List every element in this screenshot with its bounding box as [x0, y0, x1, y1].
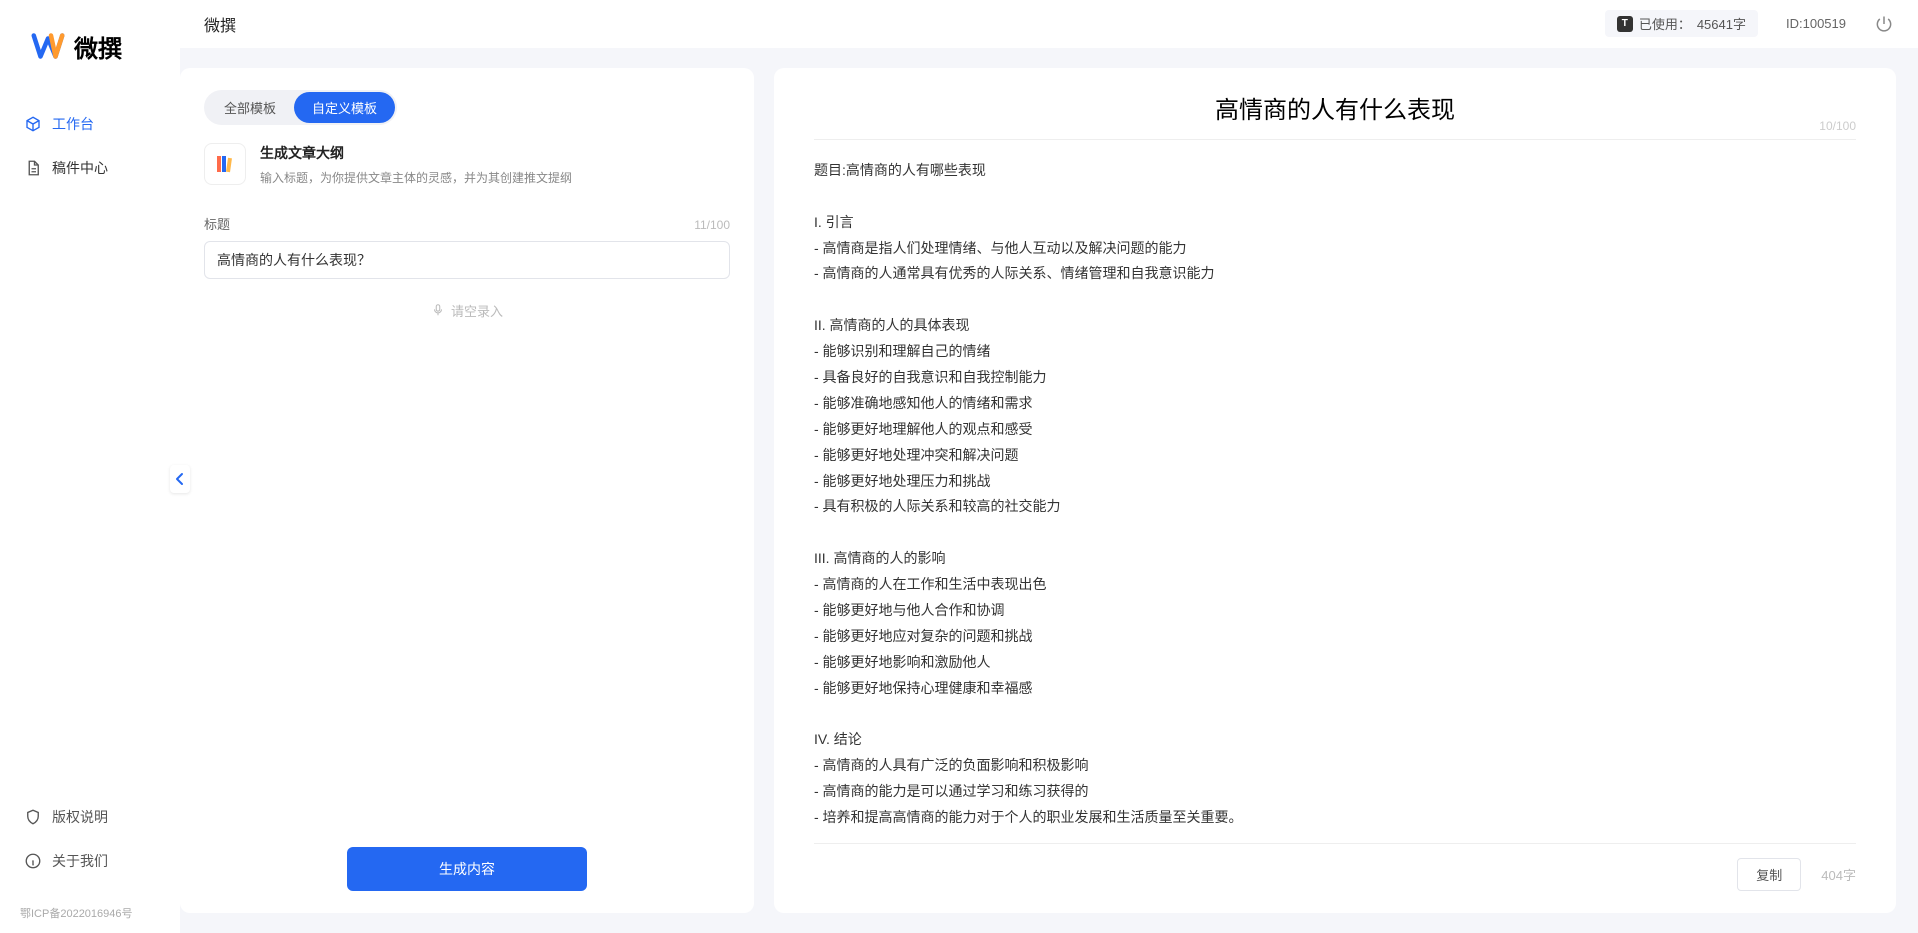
- voice-input-hint[interactable]: 请空录入: [204, 301, 730, 320]
- nav-copyright[interactable]: 版权说明: [12, 797, 168, 837]
- shield-icon: [24, 808, 42, 826]
- generate-button[interactable]: 生成内容: [347, 847, 587, 891]
- document-icon: [24, 159, 42, 177]
- topbar-right: T 已使用： 45641字 ID:100519: [1605, 10, 1894, 37]
- id-display: ID:100519: [1786, 16, 1846, 31]
- result-header: 高情商的人有什么表现 10/100: [814, 90, 1856, 140]
- nav-drafts-label: 稿件中心: [52, 158, 108, 178]
- collapse-handle[interactable]: [170, 465, 190, 493]
- template-card: 生成文章大纲 输入标题，为你提供文章主体的灵感，并为其创建推文提纲: [204, 143, 730, 186]
- result-title: 高情商的人有什么表现: [814, 90, 1856, 125]
- nav-workspace-label: 工作台: [52, 114, 94, 134]
- mic-icon: [431, 303, 445, 317]
- info-icon: [24, 852, 42, 870]
- field-counter: 11/100: [694, 218, 730, 232]
- result-footer: 复制 404字: [814, 843, 1856, 891]
- template-title: 生成文章大纲: [260, 143, 730, 163]
- tab-all[interactable]: 全部模板: [206, 92, 294, 123]
- field-label: 标题: [204, 214, 230, 233]
- books-icon: [204, 143, 246, 185]
- logo-icon: [30, 28, 66, 64]
- result-panel: 高情商的人有什么表现 10/100 题目:高情商的人有哪些表现 I. 引言 - …: [774, 68, 1896, 913]
- template-panel: 全部模板 自定义模板 生成文章大纲 输入标题，为你提供文章主体的灵感，并为其创建…: [180, 68, 754, 913]
- nav-about[interactable]: 关于我们: [12, 841, 168, 881]
- nav-workspace[interactable]: 工作台: [12, 104, 168, 144]
- template-desc: 输入标题，为你提供文章主体的灵感，并为其创建推文提纲: [260, 169, 730, 186]
- usage-value: 45641字: [1697, 14, 1746, 33]
- logo: 微撰: [0, 0, 180, 104]
- sidebar-bottom: 版权说明 关于我们: [0, 785, 180, 897]
- result-body[interactable]: 题目:高情商的人有哪些表现 I. 引言 - 高情商是指人们处理情绪、与他人互动以…: [814, 152, 1856, 831]
- usage-label: 已使用：: [1639, 14, 1691, 33]
- text-icon: T: [1617, 16, 1633, 32]
- chevron-left-icon: [175, 472, 185, 486]
- tabs: 全部模板 自定义模板: [204, 90, 397, 125]
- nav: 工作台 稿件中心: [0, 104, 180, 785]
- content: 全部模板 自定义模板 生成文章大纲 输入标题，为你提供文章主体的灵感，并为其创建…: [180, 48, 1918, 933]
- char-count: 404字: [1821, 865, 1856, 884]
- title-input[interactable]: [204, 241, 730, 279]
- icp-text: 鄂ICP备2022016946号: [0, 897, 180, 933]
- nav-drafts[interactable]: 稿件中心: [12, 148, 168, 188]
- usage-pill[interactable]: T 已使用： 45641字: [1605, 10, 1758, 37]
- power-icon[interactable]: [1874, 14, 1894, 34]
- cube-icon: [24, 115, 42, 133]
- logo-text: 微撰: [74, 29, 122, 64]
- nav-copyright-label: 版权说明: [52, 807, 108, 827]
- main: 微撰 T 已使用： 45641字 ID:100519 全部模板 自定: [180, 0, 1918, 933]
- sidebar: 微撰 工作台 稿件中心 版权说明: [0, 0, 180, 933]
- page-title: 微撰: [204, 12, 236, 36]
- topbar: 微撰 T 已使用： 45641字 ID:100519: [180, 0, 1918, 48]
- result-title-counter: 10/100: [1819, 119, 1856, 133]
- nav-about-label: 关于我们: [52, 851, 108, 871]
- tab-custom[interactable]: 自定义模板: [294, 92, 395, 123]
- copy-button[interactable]: 复制: [1737, 858, 1801, 891]
